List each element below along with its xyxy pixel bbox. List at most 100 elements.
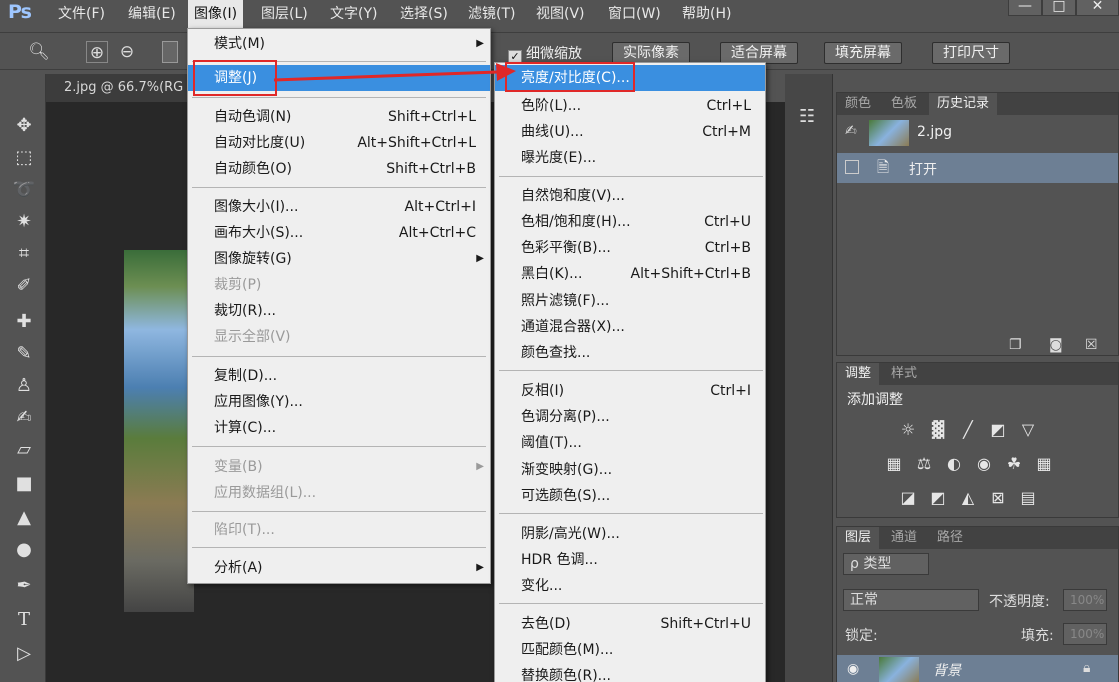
menu-item-desaturate[interactable]: 去色(D) Shift+Ctrl+U [495, 611, 765, 637]
zoom-tool-icon[interactable]: 🔍︎ [28, 41, 50, 63]
magic-wand-tool-icon[interactable]: ✷ [10, 208, 38, 236]
tab-paths[interactable]: 路径 [929, 527, 971, 549]
tab-history[interactable]: 历史记录 [929, 93, 998, 115]
eye-icon[interactable]: ◉ [847, 661, 859, 677]
posterize-icon[interactable]: ◩ [927, 487, 949, 509]
menu-item-posterize[interactable]: 色调分离(P)... [495, 404, 765, 430]
invert-icon[interactable]: ◪ [897, 487, 919, 509]
menu-item-black-white[interactable]: 黑白(K)... Alt+Shift+Ctrl+B [495, 261, 765, 287]
tab-swatches[interactable]: 色板 [883, 93, 925, 115]
menu-item-threshold[interactable]: 阈值(T)... [495, 430, 765, 456]
zoom-out-icon[interactable]: ⊖ [116, 41, 138, 63]
lasso-tool-icon[interactable]: ➰ [10, 176, 38, 204]
menu-item-duplicate[interactable]: 复制(D)... [188, 363, 490, 389]
gradient-map-icon[interactable]: ▤ [1017, 487, 1039, 509]
menu-item-photo-filter[interactable]: 照片滤镜(F)... [495, 288, 765, 314]
crop-tool-icon[interactable]: ⌗ [10, 240, 38, 268]
menu-window[interactable]: 窗口(W) [602, 0, 667, 28]
channel-mixer-icon[interactable]: ☘ [1003, 453, 1025, 475]
menu-item-image-rotation[interactable]: 图像旋转(G) ▶ [188, 246, 490, 272]
eyedropper-tool-icon[interactable]: ✐ [10, 272, 38, 300]
menu-item-mode[interactable]: 模式(M) ▶ [188, 31, 490, 57]
gradient-tool-icon[interactable]: ■ [10, 470, 38, 498]
fill-input[interactable]: 100% [1063, 623, 1107, 645]
menu-item-canvas-size[interactable]: 画布大小(S)... Alt+Ctrl+C [188, 220, 490, 246]
new-document-from-state-icon[interactable]: ❐ [1009, 337, 1022, 353]
history-state-row[interactable]: 🗎 打开 [837, 153, 1118, 183]
vibrance-icon[interactable]: ▽ [1017, 419, 1039, 441]
eraser-tool-icon[interactable]: ▱ [10, 436, 38, 464]
menu-item-hdr-toning[interactable]: HDR 色调... [495, 547, 765, 573]
layer-row-background[interactable]: ◉ 背景 🔒︎ [837, 655, 1118, 682]
menu-view[interactable]: 视图(V) [530, 0, 591, 28]
menu-item-selective-color[interactable]: 可选颜色(S)... [495, 483, 765, 509]
print-size-button[interactable]: 打印尺寸 [932, 42, 1010, 64]
hue-saturation-icon[interactable]: ▦ [883, 453, 905, 475]
photo-filter-icon[interactable]: ◉ [973, 453, 995, 475]
menu-item-auto-tone[interactable]: 自动色调(N) Shift+Ctrl+L [188, 104, 490, 130]
brightness-icon[interactable]: ☼ [897, 419, 919, 441]
menu-item-auto-contrast[interactable]: 自动对比度(U) Alt+Shift+Ctrl+L [188, 130, 490, 156]
menu-image[interactable]: 图像(I) [188, 0, 244, 28]
menu-item-exposure[interactable]: 曝光度(E)... [495, 145, 765, 171]
marquee-tool-icon[interactable]: ⬚ [10, 144, 38, 172]
opacity-input[interactable]: 100% [1063, 589, 1107, 611]
curves-icon[interactable]: ╱ [957, 419, 979, 441]
close-button[interactable]: ✕ [1076, 0, 1119, 16]
history-brush-tool-icon[interactable]: ✍ [10, 404, 38, 432]
menu-item-auto-color[interactable]: 自动颜色(O) Shift+Ctrl+B [188, 156, 490, 182]
restore-button[interactable]: □ [1042, 0, 1076, 16]
menu-layer[interactable]: 图层(L) [255, 0, 314, 28]
type-tool-icon[interactable]: T [10, 606, 38, 634]
color-lookup-icon[interactable]: ▦ [1033, 453, 1055, 475]
tab-color[interactable]: 颜色 [837, 93, 879, 115]
menu-item-curves[interactable]: 曲线(U)... Ctrl+M [495, 119, 765, 145]
tab-styles[interactable]: 样式 [883, 363, 925, 385]
blur-tool-icon[interactable]: ▲ [10, 504, 38, 532]
exposure-icon[interactable]: ◩ [987, 419, 1009, 441]
move-tool-icon[interactable]: ✥ [10, 112, 38, 140]
path-selection-tool-icon[interactable]: ▷ [10, 640, 38, 668]
menu-item-calculations[interactable]: 计算(C)... [188, 415, 490, 441]
pen-tool-icon[interactable]: ✒ [10, 572, 38, 600]
menu-item-color-balance[interactable]: 色彩平衡(B)... Ctrl+B [495, 235, 765, 261]
fill-screen-button[interactable]: 填充屏幕 [824, 42, 902, 64]
menu-item-match-color[interactable]: 匹配颜色(M)... [495, 637, 765, 663]
menu-item-vibrance[interactable]: 自然饱和度(V)... [495, 183, 765, 209]
menu-item-image-size[interactable]: 图像大小(I)... Alt+Ctrl+I [188, 194, 490, 220]
menu-item-shadows-highlights[interactable]: 阴影/高光(W)... [495, 521, 765, 547]
menu-item-gradient-map[interactable]: 渐变映射(G)... [495, 457, 765, 483]
menu-item-levels[interactable]: 色阶(L)... Ctrl+L [495, 93, 765, 119]
menu-item-hue-saturation[interactable]: 色相/饱和度(H)... Ctrl+U [495, 209, 765, 235]
menu-item-channel-mixer[interactable]: 通道混合器(X)... [495, 314, 765, 340]
menu-item-invert[interactable]: 反相(I) Ctrl+I [495, 378, 765, 404]
tab-adjustments[interactable]: 调整 [837, 363, 880, 385]
menu-item-color-lookup[interactable]: 颜色查找... [495, 340, 765, 366]
black-white-icon[interactable]: ◐ [943, 453, 965, 475]
levels-icon[interactable]: ▓ [927, 419, 949, 441]
trash-icon[interactable]: ☒ [1085, 337, 1098, 353]
menu-item-variations[interactable]: 变化... [495, 573, 765, 599]
resize-windows-checkbox[interactable] [162, 41, 178, 63]
actual-pixels-button[interactable]: 实际像素 [612, 42, 690, 64]
menu-item-apply-image[interactable]: 应用图像(Y)... [188, 389, 490, 415]
healing-brush-tool-icon[interactable]: ✚ [10, 308, 38, 336]
history-state-checkbox[interactable] [845, 160, 859, 174]
selective-color-icon[interactable]: ⊠ [987, 487, 1009, 509]
menu-help[interactable]: 帮助(H) [676, 0, 737, 28]
layer-filter-select[interactable]: ρ 类型 [843, 553, 929, 575]
menu-type[interactable]: 文字(Y) [324, 0, 383, 28]
blend-mode-select[interactable]: 正常 [843, 589, 979, 611]
dodge-tool-icon[interactable]: ● [10, 536, 38, 564]
menu-file[interactable]: 文件(F) [52, 0, 111, 28]
camera-icon[interactable]: ◙ [1049, 337, 1063, 353]
menu-edit[interactable]: 编辑(E) [122, 0, 182, 28]
menu-filter[interactable]: 滤镜(T) [462, 0, 521, 28]
tab-channels[interactable]: 通道 [883, 527, 925, 549]
minimize-button[interactable]: — [1008, 0, 1042, 16]
menu-item-trim[interactable]: 裁切(R)... [188, 298, 490, 324]
history-snapshot-row[interactable]: ✍ 2.jpg [837, 117, 1118, 149]
color-balance-icon[interactable]: ⚖ [913, 453, 935, 475]
brush-tool-icon[interactable]: ✎ [10, 340, 38, 368]
menu-select[interactable]: 选择(S) [394, 0, 454, 28]
